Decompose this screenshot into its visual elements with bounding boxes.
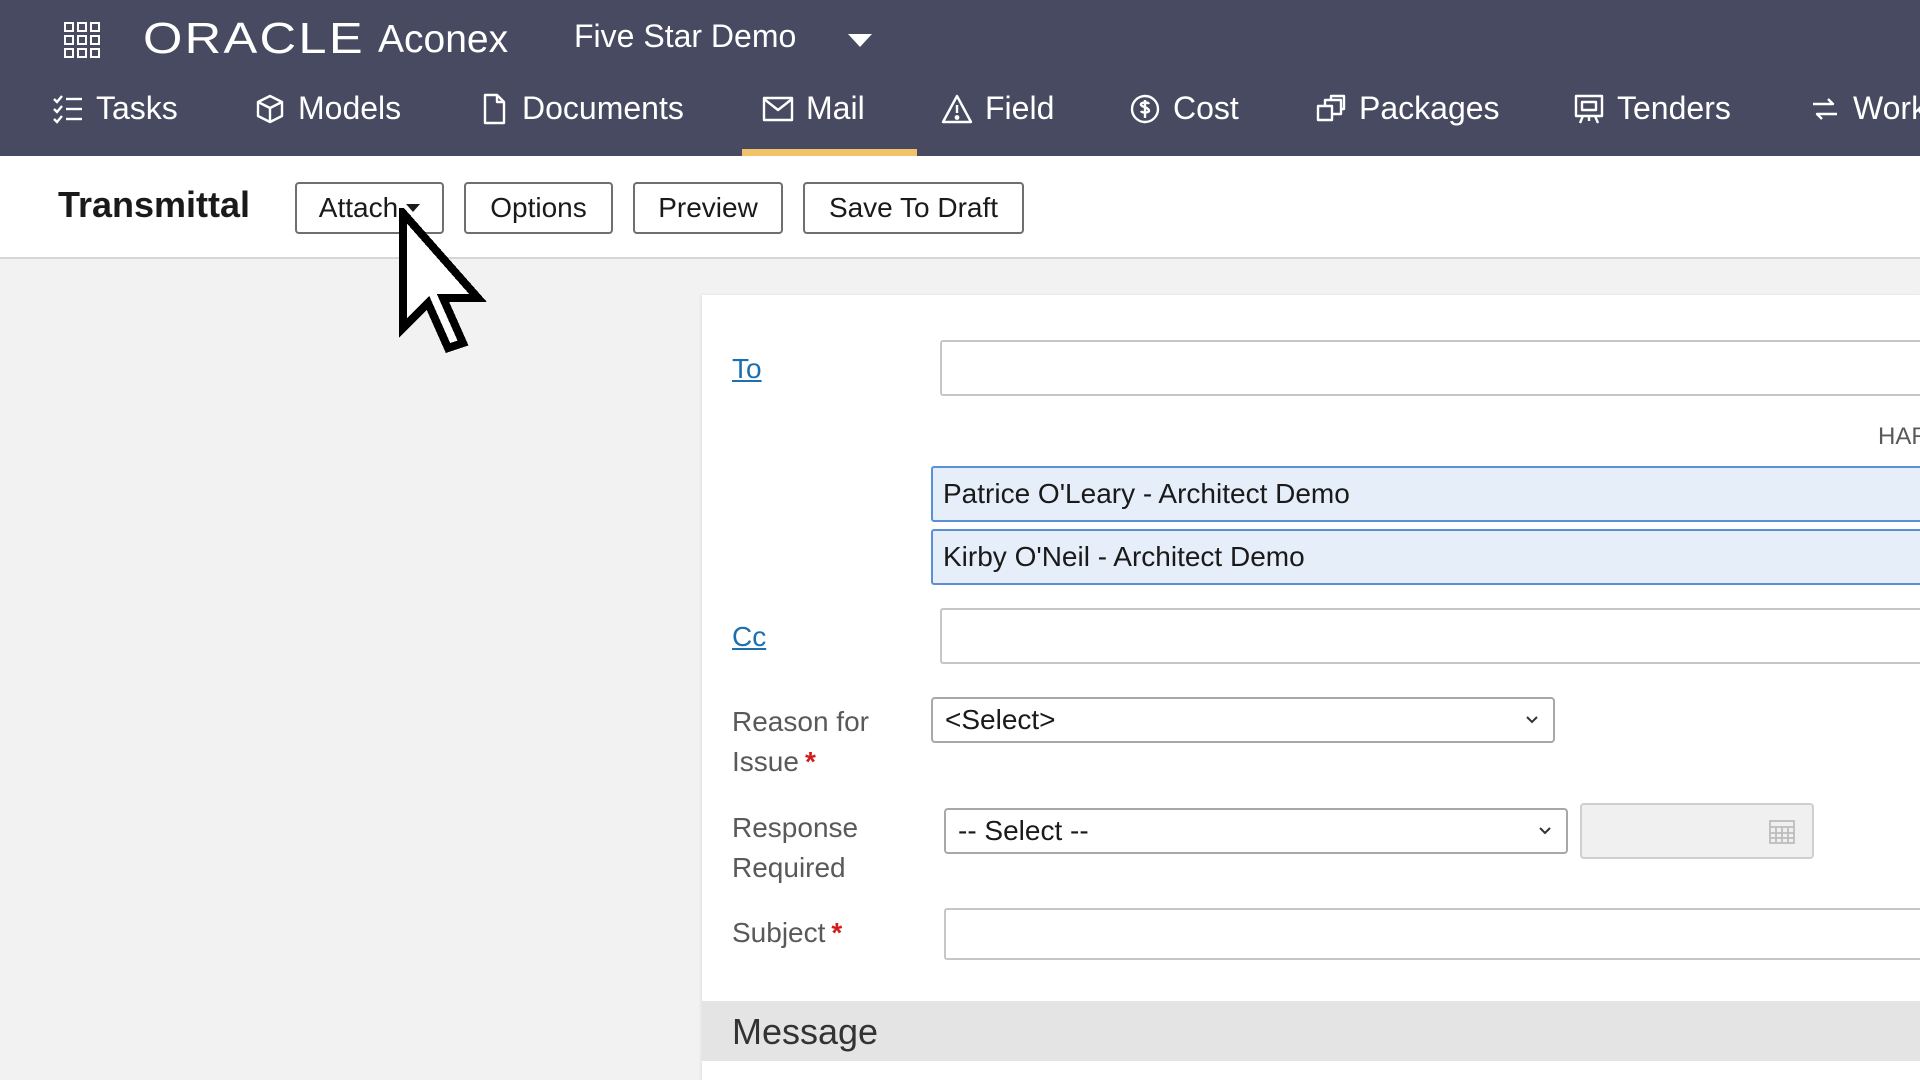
required-marker: * [831, 917, 843, 948]
reason-label-line2: Issue * [732, 746, 816, 777]
to-link[interactable]: To [732, 353, 762, 385]
nav-label-packages: Packages [1359, 90, 1500, 126]
options-button[interactable]: Options [464, 182, 613, 234]
project-name[interactable]: Five Star Demo [574, 18, 796, 55]
attach-label: Attach [318, 192, 399, 223]
nav-item-cost[interactable]: Cost [1129, 82, 1239, 156]
oracle-logo-text: ORACLE [143, 14, 365, 63]
page-title: Transmittal [58, 184, 251, 225]
message-heading: Message [732, 1011, 879, 1052]
reason-for-issue-select[interactable]: <Select> [931, 697, 1555, 743]
app-launcher-icon[interactable] [64, 22, 100, 58]
tenders-icon [1574, 94, 1604, 124]
recipient-chip[interactable]: Kirby O'Neil - Architect Demo [931, 529, 1920, 585]
hint-text: HAR [1878, 423, 1920, 450]
response-label-line2: Required [732, 852, 846, 883]
attach-button[interactable]: Attach [295, 182, 444, 234]
top-bar: ORACLE Aconex Five Star Demo Tasks Model… [0, 0, 1920, 156]
response-label-line1: Response [732, 812, 859, 843]
recipient-chip[interactable]: Patrice O'Leary - Architect Demo [931, 466, 1920, 522]
packages-icon [1316, 94, 1346, 122]
nav-item-documents[interactable]: Documents [478, 82, 684, 156]
to-field[interactable] [940, 340, 1920, 396]
reason-label-line1: Reason for [732, 706, 869, 737]
response-selected-value: -- Select -- [958, 815, 1089, 846]
nav-label-field: Field [985, 90, 1055, 126]
nav-item-tasks[interactable]: Tasks [52, 82, 178, 156]
chevron-down-icon [1539, 827, 1551, 835]
cube-icon [256, 94, 284, 124]
preview-button[interactable]: Preview [633, 182, 783, 234]
transmittal-toolbar: Transmittal Attach Options Preview Save … [0, 156, 1920, 259]
dollar-icon [1130, 94, 1160, 124]
brand-logo[interactable]: ORACLE Aconex [143, 14, 508, 64]
response-required-label: Response Required [732, 808, 858, 888]
attach-dropdown-icon [406, 204, 421, 212]
message-section-header: Message [702, 1001, 1920, 1061]
nav-item-packages[interactable]: Packages [1315, 82, 1500, 156]
reason-for-issue-label: Reason for Issue * [732, 702, 869, 782]
subject-field[interactable] [944, 908, 1920, 960]
nav-label-tenders: Tenders [1617, 90, 1731, 126]
main-nav: Tasks Models Documents Mail Field Cost P… [0, 82, 1920, 156]
calendar-icon[interactable] [1768, 817, 1796, 845]
nav-label-mail: Mail [806, 90, 865, 126]
nav-label-documents: Documents [522, 90, 684, 126]
response-required-select[interactable]: -- Select -- [944, 808, 1568, 854]
reason-selected-value: <Select> [945, 704, 1056, 735]
nav-label-models: Models [298, 90, 402, 126]
subject-label: Subject * [732, 917, 843, 948]
aconex-logo-text: Aconex [378, 18, 509, 61]
mail-form-panel: To HAR Patrice O'Leary - Architect Demo … [702, 295, 1920, 1080]
cc-link[interactable]: Cc [732, 621, 766, 653]
nav-label-tasks: Tasks [96, 90, 178, 126]
project-dropdown-icon[interactable] [848, 34, 872, 47]
chevron-down-icon [1526, 716, 1538, 724]
nav-label-work: Work [1853, 90, 1920, 126]
workflow-icon [1813, 98, 1837, 120]
warning-icon [941, 94, 973, 124]
nav-item-field[interactable]: Field [941, 82, 1054, 156]
document-icon [483, 93, 506, 125]
nav-item-mail[interactable]: Mail [742, 82, 917, 156]
save-to-draft-button[interactable]: Save To Draft [803, 182, 1024, 234]
required-marker: * [804, 746, 816, 777]
tasks-icon [53, 95, 82, 124]
nav-item-work[interactable]: Work [1809, 82, 1920, 156]
nav-item-tenders[interactable]: Tenders [1573, 82, 1731, 156]
nav-label-cost: Cost [1173, 90, 1239, 126]
cc-field[interactable] [940, 608, 1920, 664]
nav-item-models[interactable]: Models [254, 82, 401, 156]
response-date-field[interactable] [1580, 803, 1814, 859]
mail-icon [762, 96, 794, 122]
